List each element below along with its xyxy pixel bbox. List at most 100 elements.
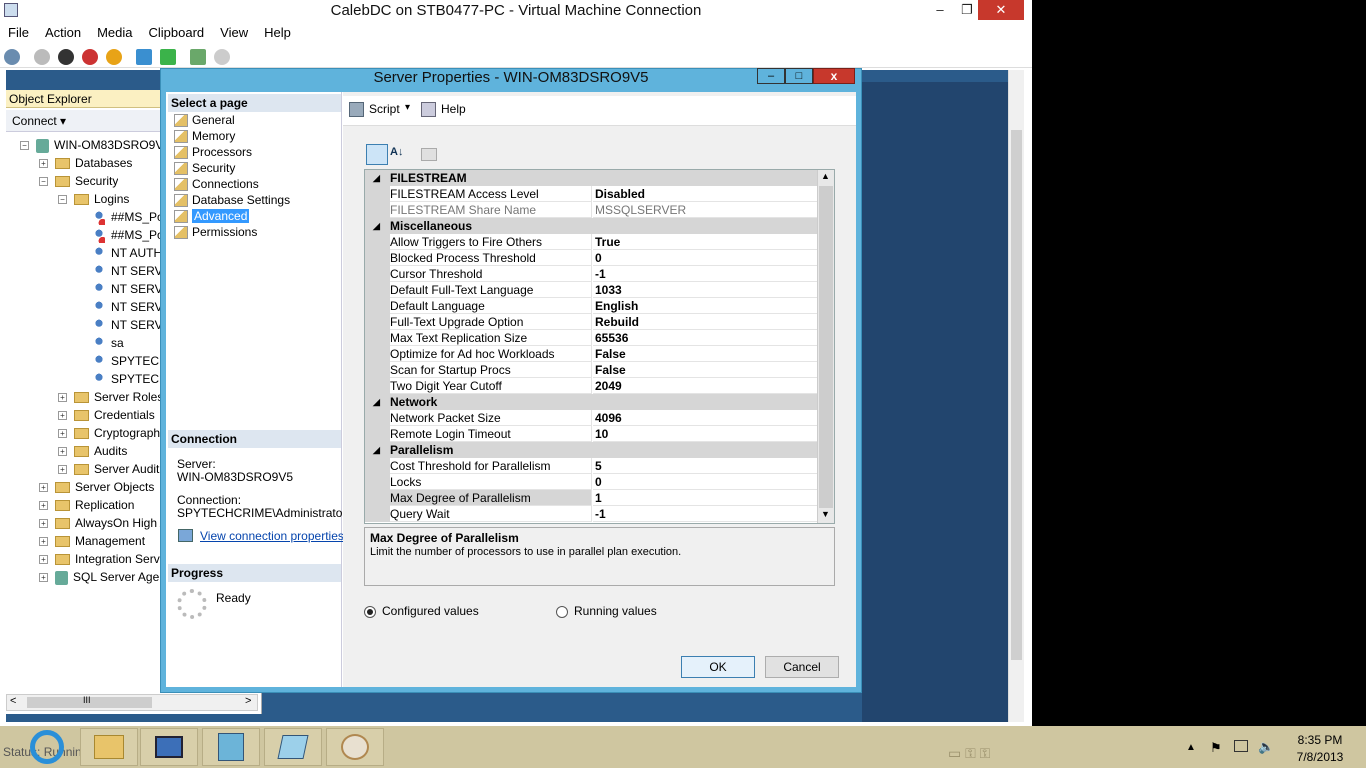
categorized-view-icon[interactable] [366,144,388,165]
property-row[interactable]: Locks 0 [365,474,818,490]
property-value[interactable]: English [593,298,818,314]
internet-explorer-icon[interactable] [30,730,64,764]
action-center-flag-icon[interactable]: ⚑ [1210,740,1222,756]
tree-node[interactable]: NT SERVI [77,316,166,334]
property-row[interactable]: Optimize for Ad hoc Workloads False [365,346,818,362]
network-icon[interactable] [1234,740,1248,752]
collapse-icon[interactable]: − [39,177,48,187]
property-value[interactable]: 5 [593,458,818,474]
expand-icon[interactable]: + [58,411,67,421]
property-row[interactable]: Blocked Process Threshold 0 [365,250,818,266]
property-row[interactable]: Remote Login Timeout 10 [365,426,818,442]
property-category[interactable]: ◢ Parallelism [365,442,818,458]
page-item-database-settings[interactable]: Database Settings [174,192,290,208]
property-value[interactable]: MSSQLSERVER [593,202,818,218]
tree-node[interactable]: − Security [39,172,118,190]
object-explorer-hscrollbar[interactable]: < III > [6,694,258,711]
property-value[interactable]: False [593,362,818,378]
tree-node[interactable]: + Server Audit S [58,460,171,478]
menu-media[interactable]: Media [89,22,140,44]
property-row[interactable]: Default Language English [365,298,818,314]
collapse-category-icon[interactable]: ◢ [373,170,380,186]
tree-node[interactable]: + Server Objects [39,478,154,496]
help-button[interactable]: Help [441,102,466,116]
tree-node[interactable]: + Cryptographi [58,424,163,442]
ok-button[interactable]: OK [681,656,755,678]
property-grid-scrollbar[interactable]: ▲ ▼ [817,170,834,523]
collapse-category-icon[interactable]: ◢ [373,218,380,234]
start-icon[interactable] [34,49,50,65]
tree-node[interactable]: ##MS_Pol [77,208,166,226]
expand-icon[interactable]: + [39,159,48,169]
property-row[interactable]: Two Digit Year Cutoff 2049 [365,378,818,394]
script-dropdown-icon[interactable]: ▾ [405,102,410,113]
scroll-up-arrow[interactable]: ▲ [821,171,830,181]
volume-icon[interactable]: 🔈 [1258,739,1274,755]
page-item-permissions[interactable]: Permissions [174,224,257,240]
property-value[interactable]: 1033 [593,282,818,298]
property-row[interactable]: Full-Text Upgrade Option Rebuild [365,314,818,330]
menu-file[interactable]: File [0,22,37,44]
property-value[interactable]: 4096 [593,410,818,426]
property-value[interactable]: True [593,234,818,250]
expand-icon[interactable]: + [58,465,67,475]
property-row[interactable]: Query Wait -1 [365,506,818,522]
clock[interactable]: 8:35 PM 7/8/2013 [1285,732,1355,766]
property-category[interactable]: ◢ Miscellaneous [365,218,818,234]
expand-icon[interactable]: + [58,447,67,457]
property-value[interactable]: 65536 [593,330,818,346]
grid-scroll-thumb[interactable] [819,186,833,508]
scroll-left-arrow[interactable]: < [10,695,16,707]
menu-view[interactable]: View [212,22,256,44]
property-value[interactable]: 0 [593,474,818,490]
property-row[interactable]: Max Text Replication Size 65536 [365,330,818,346]
property-row[interactable]: FILESTREAM Access Level Disabled [365,186,818,202]
property-row[interactable]: Default Full-Text Language 1033 [365,282,818,298]
scroll-right-arrow[interactable]: > [245,695,251,707]
tree-node[interactable]: + Replication [39,496,134,514]
taskbar-paint[interactable] [326,728,384,766]
script-button[interactable]: Script [369,102,400,116]
tree-node[interactable]: + SQL Server Agent [39,568,169,586]
property-value[interactable]: 0 [593,250,818,266]
property-row[interactable]: FILESTREAM Share Name MSSQLSERVER [365,202,818,218]
page-item-memory[interactable]: Memory [174,128,235,144]
tree-node[interactable]: sa [77,334,124,352]
taskbar-server-manager[interactable] [140,728,198,766]
scrollbar-thumb[interactable] [1011,130,1022,660]
property-row[interactable]: Cost Threshold for Parallelism 5 [365,458,818,474]
close-button[interactable]: ✕ [978,0,1024,20]
cancel-button[interactable]: Cancel [765,656,839,678]
expand-icon[interactable]: + [39,537,48,547]
save-state-icon[interactable] [106,49,122,65]
turn-off-icon[interactable] [58,49,74,65]
tree-node[interactable]: + Server Roles [58,388,163,406]
property-category[interactable]: ◢ FILESTREAM [365,170,818,186]
expand-icon[interactable]: + [39,501,48,511]
tree-node[interactable]: + Management [39,532,145,550]
minimize-button[interactable]: – [925,0,955,20]
tree-node[interactable]: + Integration Servic [39,550,168,568]
tree-node[interactable]: SPYTECH [77,370,168,388]
property-value[interactable]: -1 [593,506,818,522]
tree-node[interactable]: + Databases [39,154,132,172]
tree-node[interactable]: + AlwaysOn High A [39,514,168,532]
page-item-security[interactable]: Security [174,160,235,176]
page-item-advanced[interactable]: Advanced [174,208,250,224]
property-value[interactable]: Rebuild [593,314,818,330]
dialog-minimize-button[interactable]: – [757,68,785,84]
show-hidden-icons[interactable]: ▲ [1186,742,1196,753]
property-value[interactable]: 10 [593,426,818,442]
property-category[interactable]: ◢ Network [365,394,818,410]
property-row[interactable]: Allow Triggers to Fire Others True [365,234,818,250]
running-values-radio[interactable]: Running values [556,604,657,618]
property-value[interactable]: False [593,346,818,362]
taskbar-file-explorer[interactable] [80,728,138,766]
collapse-icon[interactable]: − [58,195,67,205]
tree-node[interactable]: ##MS_Pol [77,226,166,244]
property-pages-icon[interactable] [421,148,437,161]
taskbar-notepad[interactable] [264,728,322,766]
resume-icon[interactable] [160,49,176,65]
taskbar-sql-management-studio[interactable] [202,728,260,766]
shutdown-icon[interactable] [82,49,98,65]
